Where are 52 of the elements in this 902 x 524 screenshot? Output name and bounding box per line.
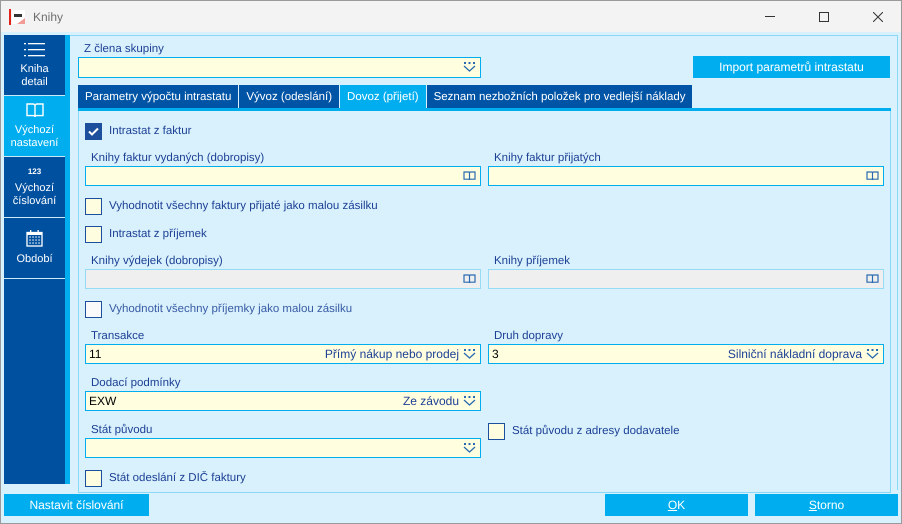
tab[interactable]: Seznam nezbožních položek pro vedlejší náklady [426,85,692,108]
dropdown-icon[interactable] [463,62,476,73]
checkbox-label: Vyhodnotit všechny faktury přijaté jako malou zásilku [109,200,378,212]
checkbox-label: Vyhodnotit všechny příjemky jako malou zásilku [109,303,352,315]
field-description: Silniční nákladní doprava [728,347,862,361]
field-value: 3 [492,347,500,361]
checkbox-label: Stát odeslání z DIČ faktury [109,472,246,484]
input-field[interactable] [78,57,481,78]
tab[interactable]: Vývoz (odeslání) [239,85,340,108]
app-logo-icon [9,8,25,24]
field-label: Stát původu [90,423,154,437]
book-icon[interactable] [463,171,476,181]
field-description: Přímý nákup nebo prodej [324,347,459,361]
tab[interactable]: Parametry výpočtu intrastatu [78,85,238,108]
field-label: Knihy výdejek (dobropisy) [90,254,224,268]
input-field[interactable]: EXW Ze závodu [85,391,481,411]
checkbox[interactable] [85,470,102,486]
window-title: Knihy [33,10,64,24]
checkmark-icon [88,126,99,136]
dropdown-icon[interactable] [463,442,476,454]
checkbox-label: Intrastat z příjemek [109,228,207,240]
field-label: Druh dopravy [493,329,564,343]
field-label: Z člena skupiny [83,42,165,56]
input-field[interactable]: 11 Přímý nákup nebo prodej [85,344,481,364]
field-label: Knihy faktur vydaných (dobropisy) [90,151,266,165]
maximize-icon[interactable] [819,12,829,22]
input-field[interactable] [85,166,481,186]
checkbox-label: Intrastat z faktur [109,125,192,137]
dropdown-icon[interactable] [463,348,476,360]
input-field[interactable] [488,166,884,186]
menu-icon [24,42,45,56]
dropdown-icon[interactable] [866,348,879,360]
field-label: Dodací podmínky [90,376,182,390]
field-value: 11 [89,347,102,361]
book-icon [26,102,44,118]
calendar-icon [26,230,43,247]
checkbox-label: Stát původu z adresy dodavatele [512,425,680,437]
dropdown-icon[interactable] [463,396,476,406]
checkbox[interactable] [85,122,102,140]
input-field[interactable]: 3 Silniční nákladní doprava [488,344,884,364]
field-description: Ze závodu [402,394,459,408]
field-label: Knihy faktur přijatých [493,151,602,165]
numbers-icon: 123 [28,166,42,176]
field-label: Knihy příjemek [493,254,572,268]
field-label: Transakce [90,329,146,343]
checkbox[interactable] [85,198,102,214]
field-value: EXW [89,394,118,408]
close-icon[interactable] [873,12,883,22]
checkbox[interactable] [85,226,102,242]
book-icon[interactable] [866,171,879,181]
checkbox[interactable] [488,422,505,440]
input-field[interactable] [85,438,481,458]
